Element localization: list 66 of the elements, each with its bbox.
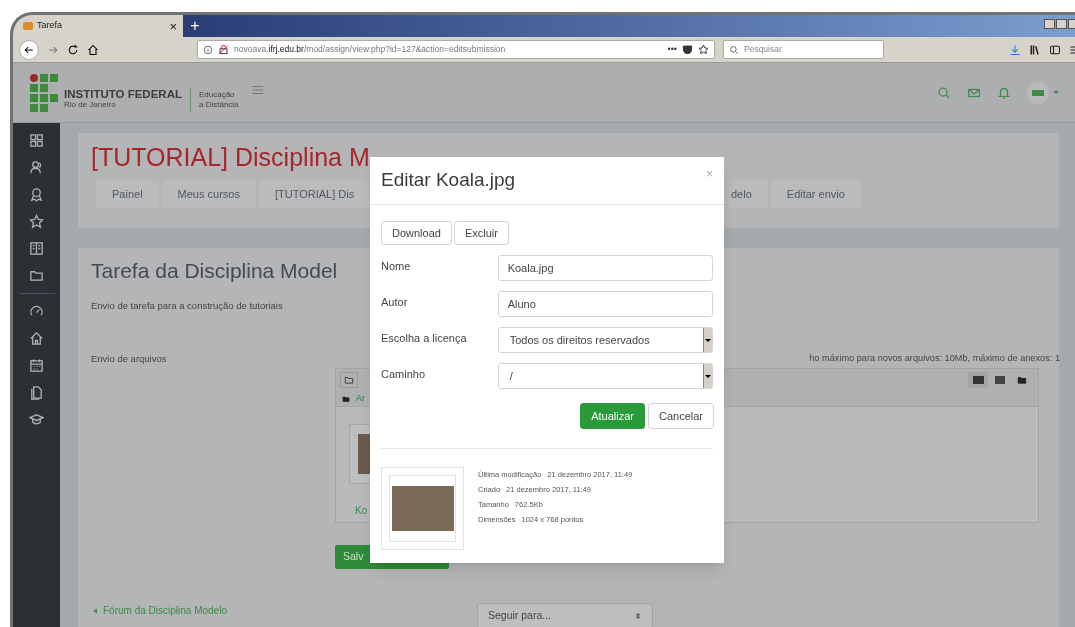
breadcrumb-item[interactable]: Editar envio <box>770 180 861 208</box>
field-label: Caminho <box>381 367 427 382</box>
info-icon <box>203 44 213 55</box>
documents-icon[interactable] <box>29 385 44 400</box>
pocket-icon <box>682 44 693 55</box>
folder-button[interactable] <box>340 372 358 388</box>
tab-title: Tarefa <box>37 19 63 33</box>
star-icon <box>698 44 709 55</box>
field-label: Escolha a licença <box>381 331 468 346</box>
url-text: novoava.ifrj.edu.br/mod/assign/view.php?id=127&action=editsubmission <box>234 43 507 56</box>
assignment-title: Tarefa da Disciplina Model <box>91 260 338 281</box>
minimize-button[interactable] <box>1044 19 1055 29</box>
reload-icon <box>67 43 79 56</box>
sidebar-icon <box>1049 43 1061 56</box>
field-label: Envio de arquivos <box>91 352 167 367</box>
home-icon[interactable] <box>29 331 44 346</box>
close-tab-button[interactable]: × <box>169 19 177 33</box>
text-input[interactable]: Koala.jpg <box>497 255 713 281</box>
text-input[interactable]: Aluno <box>497 291 713 317</box>
update-button[interactable]: Atualizar <box>580 403 645 429</box>
award-icon[interactable] <box>29 187 44 202</box>
star-icon[interactable] <box>29 214 44 229</box>
select-field[interactable]: Todos os direitos reservados <box>497 327 713 353</box>
select-field[interactable]: / <box>497 363 713 389</box>
graduation-cap-icon[interactable] <box>29 412 44 427</box>
browser-tab[interactable]: Tarefa × <box>13 15 183 37</box>
folder-icon[interactable] <box>29 268 44 283</box>
breadcrumb-item[interactable]: delo <box>729 180 768 208</box>
institute-name: INSTITUTO FEDERAL <box>64 88 182 101</box>
back-button[interactable] <box>19 39 39 60</box>
file-action-button[interactable]: Excluir <box>453 221 509 245</box>
address-bar[interactable]: novoava.ifrj.edu.br/mod/assign/view.php?id=127&action=editsubmission ••• <box>197 40 715 59</box>
dialog-title: Editar Koala.jpg <box>381 168 516 193</box>
search-field[interactable]: Pesquisar <box>723 40 884 59</box>
jump-to-select[interactable]: Seguir para... <box>477 603 653 627</box>
page-actions-button[interactable]: ••• <box>667 42 677 57</box>
library-icon <box>1029 43 1041 56</box>
field-label: Nome <box>381 259 412 274</box>
cancel-button[interactable]: Cancelar <box>647 403 714 429</box>
grid-icon[interactable] <box>29 133 44 148</box>
home-icon <box>87 43 99 56</box>
breadcrumb-item[interactable]: Painel <box>96 180 159 208</box>
search-input[interactable]: Pesquisar <box>744 43 874 56</box>
users-icon[interactable] <box>29 160 44 175</box>
download-icon <box>1009 43 1021 56</box>
insecure-lock-icon <box>218 44 229 55</box>
unit-name: Educação <box>199 89 236 100</box>
calendar-icon[interactable] <box>29 358 44 373</box>
breadcrumb-item[interactable]: [TUTORIAL] Dis <box>258 180 371 208</box>
left-triangle-icon <box>91 606 99 615</box>
folder-icon <box>1017 375 1027 385</box>
file-action-button[interactable]: Download <box>381 221 452 245</box>
new-tab-button[interactable]: + <box>183 15 207 37</box>
restore-button[interactable] <box>1056 19 1067 29</box>
search-icon <box>729 44 739 55</box>
institute-campus: Rio de Janeiro <box>64 100 117 111</box>
unit-name: a Distância <box>199 99 239 110</box>
course-title: [TUTORIAL] Disciplina M <box>91 145 371 170</box>
up-down-arrows-icon <box>634 612 642 620</box>
field-label: Autor <box>381 295 409 310</box>
book-icon[interactable] <box>29 241 44 256</box>
file-limits-text: ho máximo para novos arquivos: 10Mb, máximo de anexos: 1 <box>809 352 1060 366</box>
assignment-description: Envio de tarefa para a construção de tutoriais <box>91 299 283 313</box>
breadcrumb-item[interactable]: Meus cursos <box>161 180 256 208</box>
institute-logo-icon <box>30 73 60 112</box>
site-favicon-icon <box>23 22 33 30</box>
